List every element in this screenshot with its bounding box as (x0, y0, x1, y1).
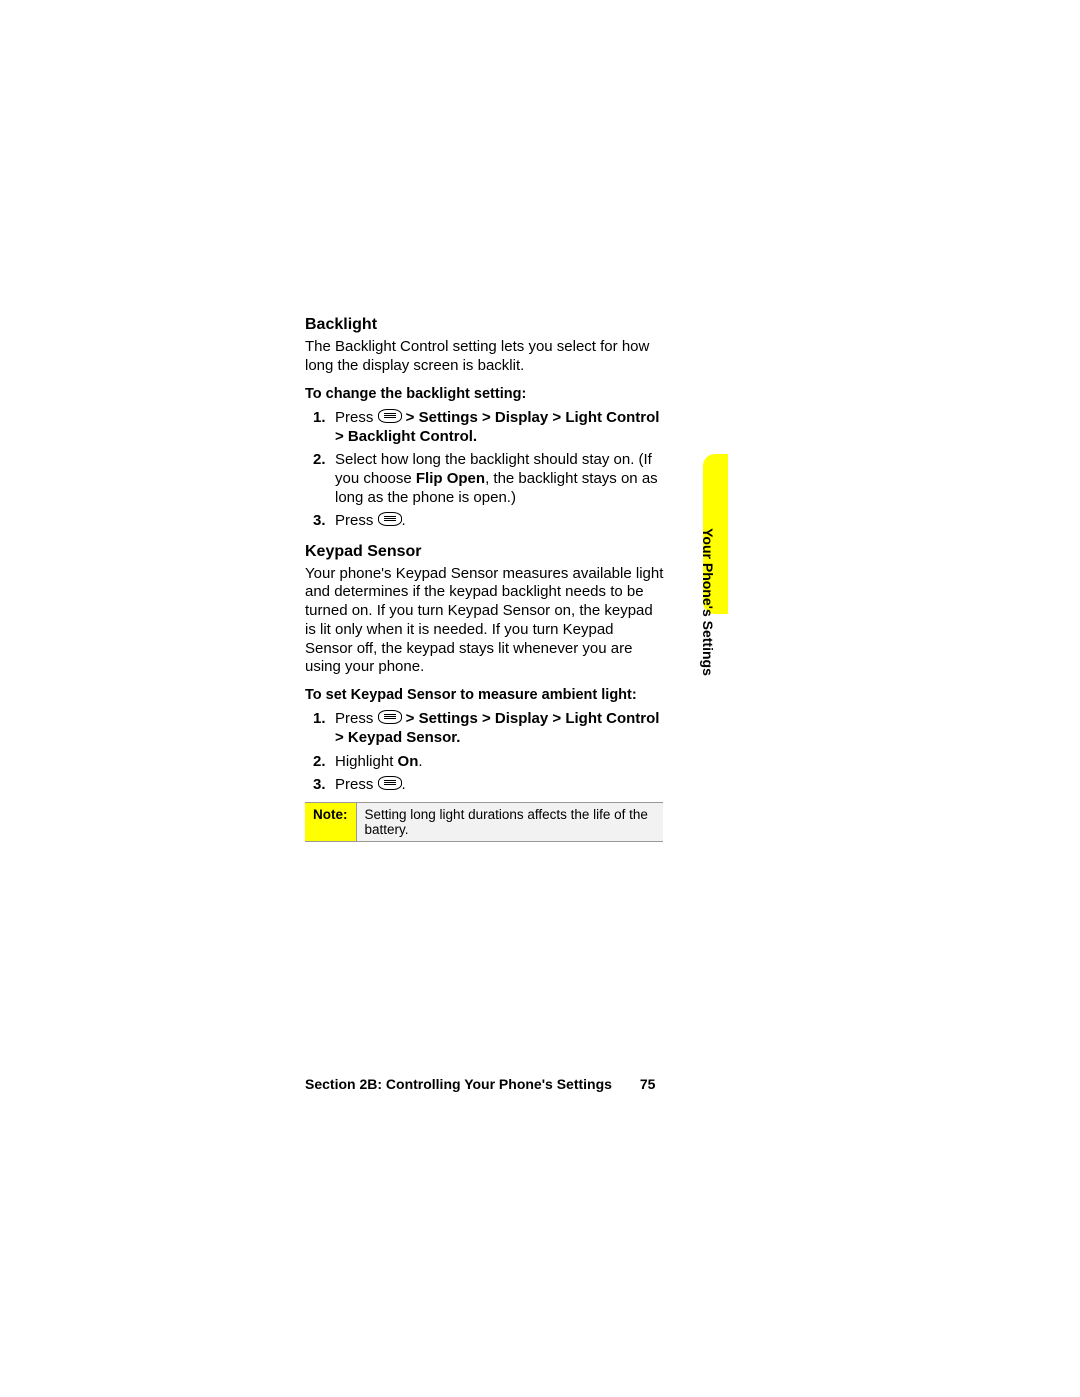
step-bold: On (398, 753, 419, 770)
step-item: Press . (305, 775, 665, 794)
page-content: Backlight The Backlight Control setting … (305, 316, 665, 842)
page-footer: Section 2B: Controlling Your Phone's Set… (305, 1076, 755, 1092)
steps-keypad: Press > Settings > Display > Light Contr… (305, 709, 665, 794)
step-item: Press . (305, 511, 665, 530)
step-item: Select how long the backlight should sta… (305, 450, 665, 508)
step-text: Highlight (335, 753, 398, 770)
footer-page-number: 75 (640, 1076, 656, 1092)
side-tab-label: Your Phone's Settings (700, 522, 716, 682)
step-item: Press > Settings > Display > Light Contr… (305, 408, 665, 446)
heading-keypad: Keypad Sensor (305, 543, 665, 561)
step-text: Press (335, 409, 378, 426)
side-tab: Your Phone's Settings (703, 454, 728, 614)
step-bold: Flip Open (416, 470, 485, 487)
menu-key-icon (378, 776, 402, 790)
note-box: Note: Setting long light durations affec… (305, 802, 663, 842)
step-text: . (402, 512, 406, 529)
note-text: Setting long light durations affects the… (357, 803, 664, 841)
heading-backlight: Backlight (305, 316, 665, 334)
step-text: . (402, 776, 406, 793)
paragraph-keypad-intro: Your phone's Keypad Sensor measures avai… (305, 565, 665, 678)
step-text: Press (335, 512, 378, 529)
menu-key-icon (378, 512, 402, 526)
step-text: Press (335, 776, 378, 793)
note-label: Note: (305, 803, 357, 841)
menu-key-icon (378, 710, 402, 724)
menu-key-icon (378, 409, 402, 423)
lead-backlight: To change the backlight setting: (305, 386, 665, 402)
lead-keypad: To set Keypad Sensor to measure ambient … (305, 687, 665, 703)
step-item: Highlight On. (305, 752, 665, 771)
paragraph-backlight-intro: The Backlight Control setting lets you s… (305, 338, 665, 376)
step-text: . (418, 753, 422, 770)
steps-backlight: Press > Settings > Display > Light Contr… (305, 408, 665, 531)
footer-section: Section 2B: Controlling Your Phone's Set… (305, 1076, 612, 1092)
step-item: Press > Settings > Display > Light Contr… (305, 709, 665, 747)
step-text: Press (335, 710, 378, 727)
